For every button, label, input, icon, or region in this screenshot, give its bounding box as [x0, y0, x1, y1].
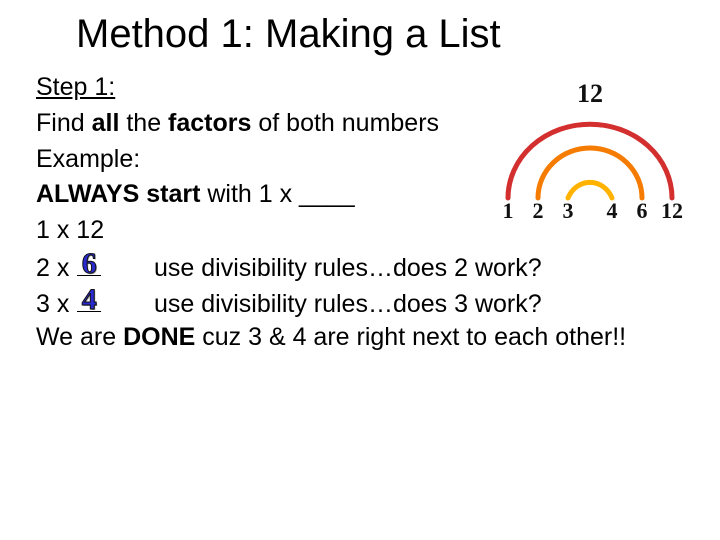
divisibility-note: use divisibility rules…does 3 work?: [154, 288, 542, 322]
text-fragment: 3 x: [36, 290, 76, 318]
blank-fill: 4: [76, 286, 102, 322]
text-fragment: cuz 3 & 4 are right next to each other!!: [195, 323, 626, 351]
arc-middle: [538, 148, 642, 198]
text-fragment: We are: [36, 323, 123, 351]
arc-inner: [568, 182, 612, 198]
diagram-factor: 1: [503, 198, 514, 220]
divisibility-note: use divisibility rules…does 2 work?: [154, 252, 542, 286]
diagram-factor: 3: [563, 198, 574, 220]
factor-line-2: 2 x 6 use divisibility rules…does 2 work…: [36, 250, 684, 286]
diagram-top-number: 12: [577, 80, 603, 108]
text-fragment-bold: ALWAYS start: [36, 180, 200, 208]
text-fragment: 2 x: [36, 254, 76, 282]
diagram-factor: 12: [661, 198, 683, 220]
text-fragment-bold: factors: [168, 109, 251, 137]
handwritten-answer: 6: [76, 244, 102, 285]
slide-title: Method 1: Making a List: [76, 12, 684, 57]
diagram-factor: 4: [607, 198, 618, 220]
factor-line-3: 3 x 4 use divisibility rules…does 3 work…: [36, 286, 684, 322]
handwritten-answer: 4: [76, 280, 102, 321]
diagram-factor: 6: [637, 198, 648, 220]
text-fragment-bold: all: [92, 109, 127, 137]
text-fragment-bold: DONE: [123, 323, 195, 351]
text-fragment: the: [126, 109, 168, 137]
text-fragment: of both numbers: [251, 109, 439, 137]
text-fragment: with 1 x ____: [200, 180, 354, 208]
diagram-factor: 2: [533, 198, 544, 220]
arc-outer: [508, 124, 672, 198]
text-fragment: Find: [36, 109, 92, 137]
conclusion-line: We are DONE cuz 3 & 4 are right next to …: [36, 321, 684, 355]
rainbow-factor-diagram: 12 1 2 3 4 6 12: [490, 80, 690, 220]
